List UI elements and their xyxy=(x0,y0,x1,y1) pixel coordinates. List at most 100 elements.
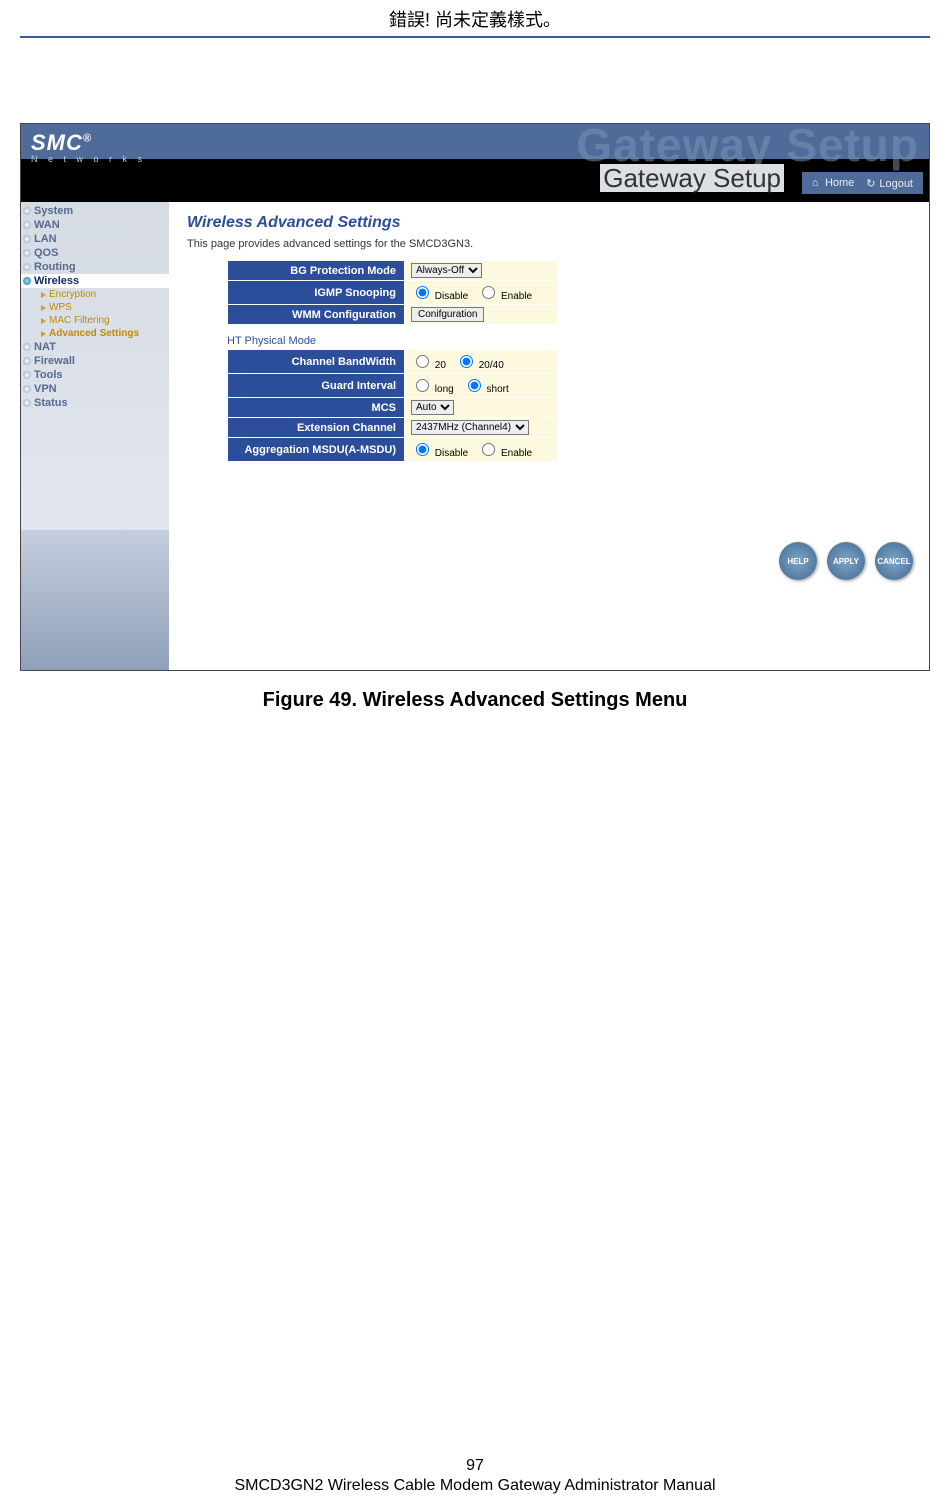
bullet-icon xyxy=(23,221,31,229)
row-label: Guard Interval xyxy=(228,374,405,398)
gi-long-option[interactable]: long xyxy=(411,384,454,395)
radio-label: Enable xyxy=(501,448,532,459)
sidebar-item-label: System xyxy=(34,205,73,217)
gateway-setup-label: Gateway Setup xyxy=(600,164,784,192)
ext-channel-select[interactable]: 2437MHz (Channel4) xyxy=(411,420,529,435)
gi-short-option[interactable]: short xyxy=(463,384,509,395)
triangle-icon xyxy=(41,318,46,324)
amsdu-enable-option[interactable]: Enable xyxy=(477,448,532,459)
radio-input[interactable] xyxy=(482,443,495,456)
sidebar-item-system[interactable]: System xyxy=(21,204,169,218)
sidebar-sub-encryption[interactable]: Encryption xyxy=(21,288,169,301)
bullet-icon xyxy=(23,357,31,365)
sidebar-item-tools[interactable]: Tools xyxy=(21,368,169,382)
cancel-button[interactable]: CANCEL xyxy=(875,542,913,580)
mcs-select[interactable]: Auto xyxy=(411,400,454,415)
sidebar-item-nat[interactable]: NAT xyxy=(21,340,169,354)
sidebar-item-label: QOS xyxy=(34,247,58,259)
sidebar-item-lan[interactable]: LAN xyxy=(21,232,169,246)
logout-icon: ↻ xyxy=(866,177,876,190)
radio-input[interactable] xyxy=(416,379,429,392)
sidebar-sub-advanced-settings[interactable]: Advanced Settings xyxy=(21,327,169,340)
sidebar-item-wan[interactable]: WAN xyxy=(21,218,169,232)
radio-label: long xyxy=(435,384,454,395)
help-button[interactable]: HELP xyxy=(779,542,817,580)
bullet-icon xyxy=(23,249,31,257)
horizontal-rule xyxy=(20,36,930,38)
settings-table-1: BG Protection Mode Always-Off IGMP Snoop… xyxy=(227,260,558,325)
bullet-icon xyxy=(23,207,31,215)
radio-label: short xyxy=(487,384,509,395)
radio-label: 20/40 xyxy=(479,360,504,371)
sidebar-item-qos[interactable]: QOS xyxy=(21,246,169,260)
igmp-disable-option[interactable]: Disable xyxy=(411,291,468,302)
sidebar-item-label: LAN xyxy=(34,233,57,245)
sidebar-item-label: Tools xyxy=(34,369,63,381)
page-number: 97 xyxy=(0,1457,950,1475)
sidebar-item-vpn[interactable]: VPN xyxy=(21,382,169,396)
row-label: MCS xyxy=(228,398,405,418)
amsdu-disable-option[interactable]: Disable xyxy=(411,448,468,459)
section-heading: HT Physical Mode xyxy=(227,335,911,347)
home-icon: ⌂ xyxy=(812,177,822,189)
main-panel: Wireless Advanced Settings This page pro… xyxy=(169,202,929,670)
sidebar-item-routing[interactable]: Routing xyxy=(21,260,169,274)
sub-item-label: Encryption xyxy=(49,289,96,300)
triangle-icon xyxy=(41,331,46,337)
action-buttons: HELP APPLY CANCEL xyxy=(779,542,913,580)
brand-subtext: N e t w o r k s xyxy=(31,154,146,164)
bullet-icon xyxy=(23,371,31,379)
radio-input[interactable] xyxy=(482,286,495,299)
sidebar-item-label: VPN xyxy=(34,383,57,395)
ui-header: SMC® N e t w o r k s Gateway Setup Gatew… xyxy=(21,124,929,202)
sidebar-sub-mac-filtering[interactable]: MAC Filtering xyxy=(21,314,169,327)
radio-input[interactable] xyxy=(468,379,481,392)
bw-20-option[interactable]: 20 xyxy=(411,360,446,371)
igmp-enable-option[interactable]: Enable xyxy=(477,291,532,302)
sub-item-label: WPS xyxy=(49,302,72,313)
sidebar-item-firewall[interactable]: Firewall xyxy=(21,354,169,368)
sidebar-item-status[interactable]: Status xyxy=(21,396,169,410)
sub-item-label: Advanced Settings xyxy=(49,328,139,339)
settings-table-2: Channel BandWidth 20 20/40 Guard Interva… xyxy=(227,349,558,462)
sidebar-sub-wps[interactable]: WPS xyxy=(21,301,169,314)
radio-input[interactable] xyxy=(460,355,473,368)
radio-input[interactable] xyxy=(416,286,429,299)
sidebar-item-label: Status xyxy=(34,397,68,409)
home-label: Home xyxy=(825,177,854,189)
logout-label: Logout xyxy=(879,178,913,190)
radio-label: Enable xyxy=(501,291,532,302)
row-label: Extension Channel xyxy=(228,418,405,438)
sidebar-item-label: WAN xyxy=(34,219,60,231)
brand-text: SMC xyxy=(31,130,83,155)
sidebar-item-wireless[interactable]: Wireless xyxy=(21,274,169,288)
registered-mark: ® xyxy=(83,133,92,145)
wmm-config-button[interactable]: Conifguration xyxy=(411,307,484,322)
sub-item-label: MAC Filtering xyxy=(49,315,110,326)
triangle-icon xyxy=(41,292,46,298)
radio-input[interactable] xyxy=(416,443,429,456)
footer-text: SMCD3GN2 Wireless Cable Modem Gateway Ad… xyxy=(0,1477,950,1495)
radio-label: 20 xyxy=(435,360,446,371)
row-label: BG Protection Mode xyxy=(228,261,405,281)
apply-button[interactable]: APPLY xyxy=(827,542,865,580)
page-footer: 97 SMCD3GN2 Wireless Cable Modem Gateway… xyxy=(0,1457,950,1503)
figure-caption: Figure 49. Wireless Advanced Settings Me… xyxy=(0,689,950,712)
sidebar-background-image xyxy=(21,530,169,670)
radio-input[interactable] xyxy=(416,355,429,368)
sidebar-item-label: Firewall xyxy=(34,355,75,367)
page-description: This page provides advanced settings for… xyxy=(187,238,911,250)
home-link[interactable]: ⌂ Home xyxy=(812,177,854,189)
row-label: Aggregation MSDU(A-MSDU) xyxy=(228,438,405,462)
bullet-icon xyxy=(23,277,31,285)
radio-label: Disable xyxy=(435,291,468,302)
bullet-icon xyxy=(23,263,31,271)
bullet-icon xyxy=(23,343,31,351)
figure-screenshot: SMC® N e t w o r k s Gateway Setup Gatew… xyxy=(20,123,930,671)
triangle-icon xyxy=(41,305,46,311)
row-label: Channel BandWidth xyxy=(228,350,405,374)
bg-protection-select[interactable]: Always-Off xyxy=(411,263,482,278)
error-heading: 錯誤! 尚未定義樣式。 xyxy=(0,0,950,36)
logout-link[interactable]: ↻ Logout xyxy=(866,177,913,190)
bw-2040-option[interactable]: 20/40 xyxy=(455,360,504,371)
